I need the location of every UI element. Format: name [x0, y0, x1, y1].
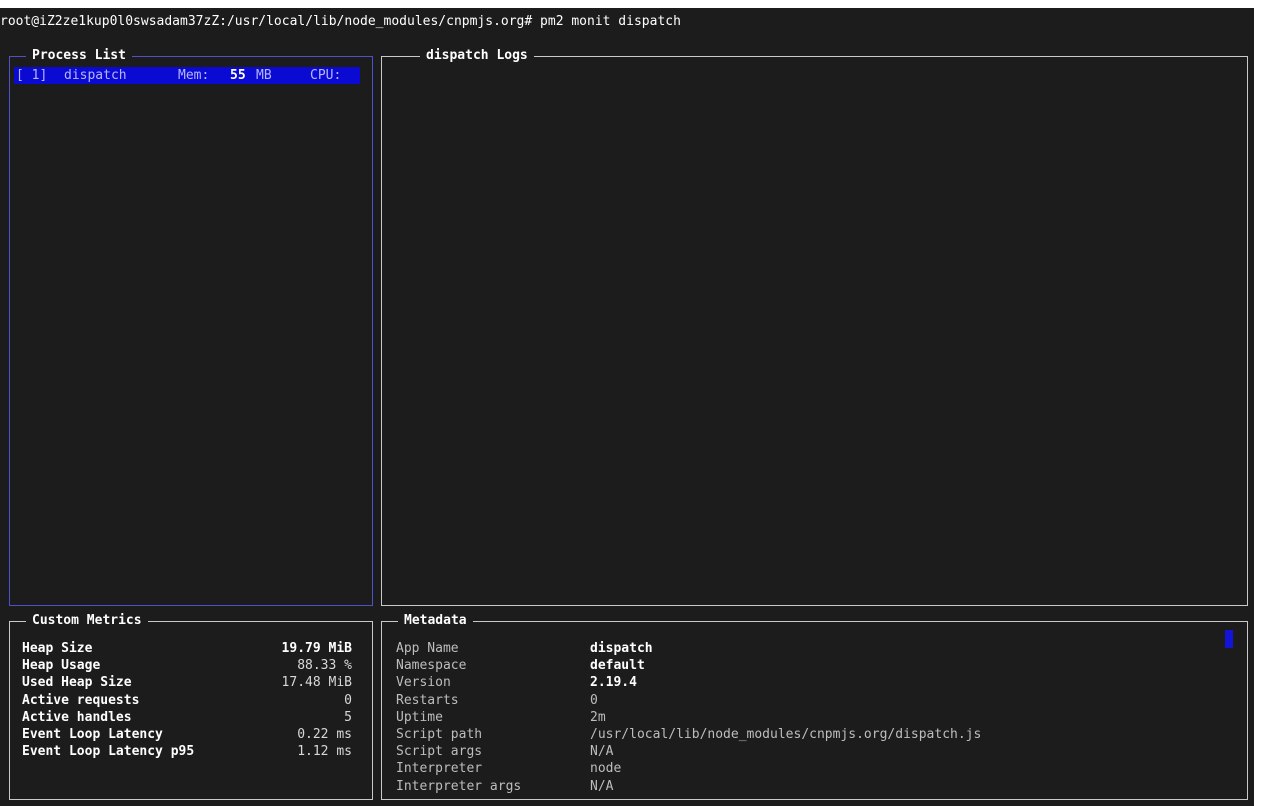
- metric-row: Active handles 5: [22, 709, 352, 726]
- metric-row: Event Loop Latency p95 1.12 ms: [22, 743, 352, 760]
- metadata-label: Restarts: [396, 692, 459, 708]
- metric-label: Event Loop Latency: [22, 727, 163, 742]
- custom-metrics-title: Custom Metrics: [26, 613, 148, 629]
- metadata-label: App Name: [396, 641, 459, 656]
- scrollbar-thumb[interactable]: [1225, 630, 1233, 648]
- terminal-window: root@iZ2ze1kup0l0swsadam37zZ:/usr/local/…: [0, 8, 1254, 806]
- metadata-value: default: [590, 658, 645, 674]
- metric-label: Heap Usage: [22, 658, 101, 674]
- metadata-row: Namespace default: [396, 657, 1156, 674]
- metric-value: 88.33 %: [297, 658, 352, 674]
- metadata-row: Interpreter node: [396, 760, 1156, 777]
- metric-value: 1.12 ms: [297, 744, 352, 760]
- metadata-value: /usr/local/lib/node_modules/cnpmjs.org/d…: [590, 727, 982, 742]
- metadata-row: Script path/usr/local/lib/node_modules/c…: [396, 726, 1156, 743]
- metadata-value: N/A: [590, 778, 614, 794]
- metric-value: 5: [344, 709, 352, 725]
- logs-title: dispatch Logs: [420, 48, 534, 64]
- metric-row: Heap Size 19.79 MiB: [22, 640, 352, 657]
- metadata-label: Script args: [396, 744, 483, 760]
- screen: root@iZ2ze1kup0l0swsadam37zZ:/usr/local/…: [0, 0, 1262, 806]
- metadata-label: Namespace: [396, 658, 467, 674]
- metric-row: Heap Usage 88.33 %: [22, 657, 352, 674]
- metadata-row: Interpreter args N/A: [396, 778, 1156, 795]
- metadata-row: Restarts 0: [396, 692, 1156, 709]
- metric-label: Used Heap Size: [22, 675, 132, 691]
- metric-value: 0.22 ms: [297, 727, 352, 742]
- process-mem-label: Mem:: [178, 68, 210, 83]
- metric-row: Event Loop Latency 0.22 ms: [22, 726, 352, 743]
- metadata-title: Metadata: [398, 613, 473, 629]
- metadata-label: Interpreter args: [396, 778, 522, 794]
- metadata-panel: Metadata App Name dispatch Namespace defaul…: [381, 613, 1248, 800]
- metadata-value: node: [590, 761, 622, 777]
- metric-row: Used Heap Size 17.48 MiB: [22, 674, 352, 691]
- metric-value: 0: [344, 692, 352, 708]
- metric-value: 19.79 MiB: [281, 641, 352, 656]
- metric-value: 17.48 MiB: [281, 675, 352, 691]
- metadata-row: Version 2.19.4: [396, 674, 1156, 691]
- metric-label: Active handles: [22, 709, 132, 725]
- metadata-label: Uptime: [396, 709, 443, 725]
- metadata-label: Interpreter: [396, 761, 483, 777]
- process-row-dispatch[interactable]: [ 1] dispatch Mem: 55 MB CPU:: [14, 67, 360, 84]
- process-id: [ 1]: [16, 68, 48, 83]
- metadata-value: 2m: [590, 709, 606, 725]
- metadata-row: Uptime 2m: [396, 709, 1156, 726]
- metric-label: Event Loop Latency p95: [22, 744, 195, 760]
- metadata-value: dispatch: [590, 641, 653, 656]
- process-name: dispatch: [64, 68, 127, 83]
- metadata-value: 2.19.4: [590, 675, 637, 691]
- metric-label: Active requests: [22, 692, 140, 708]
- metric-label: Heap Size: [22, 641, 93, 656]
- logs-panel[interactable]: dispatch Logs: [381, 48, 1248, 606]
- metadata-label: Script path: [396, 727, 483, 742]
- custom-metrics-panel: Custom Metrics Heap Size 19.79 MiB Heap Us…: [9, 613, 373, 800]
- shell-command-line: root@iZ2ze1kup0l0swsadam37zZ:/usr/local/…: [0, 14, 681, 29]
- metadata-value: 0: [590, 692, 598, 708]
- metadata-label: Version: [396, 675, 451, 691]
- metadata-value: N/A: [590, 744, 614, 760]
- process-cpu-label: CPU:: [310, 68, 342, 83]
- metadata-row: App Name dispatch: [396, 640, 1156, 657]
- process-mem-value: 55: [230, 68, 246, 83]
- process-list-title: Process List: [26, 48, 132, 64]
- metadata-row: Script args N/A: [396, 743, 1156, 760]
- process-mem-unit: MB: [256, 68, 272, 83]
- metric-row: Active requests 0: [22, 692, 352, 709]
- process-list-panel[interactable]: Process List [ 1] dispatch Mem: 55 MB CP…: [9, 48, 373, 606]
